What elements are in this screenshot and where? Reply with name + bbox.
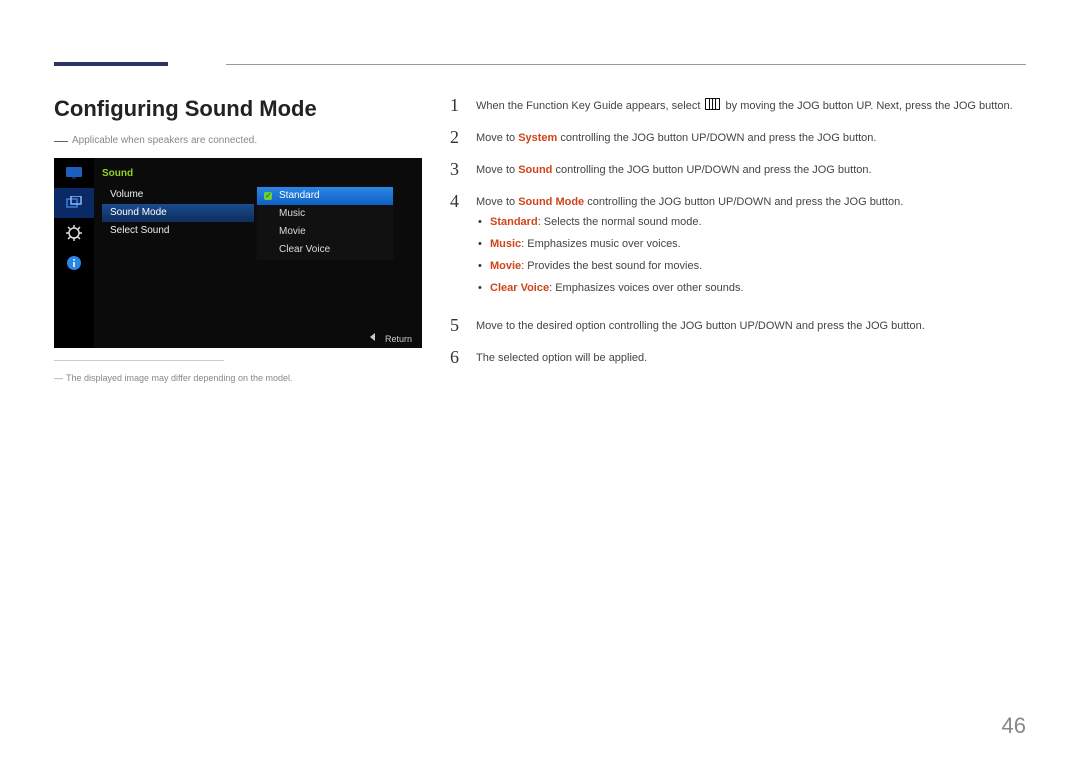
step-number: 3: [450, 160, 476, 178]
step-number: 5: [450, 316, 476, 334]
step-3: 3 Move to Sound controlling the JOG butt…: [450, 160, 1026, 178]
bullet-music: Music: Emphasizes music over voices.: [476, 236, 1026, 252]
footnote-divider: [54, 360, 224, 361]
step-number: 4: [450, 192, 476, 210]
manual-page: Configuring Sound Mode ― Applicable when …: [0, 0, 1080, 763]
step-number: 2: [450, 128, 476, 146]
menu-icon: [705, 98, 720, 110]
step-text: Move to the desired option controlling t…: [476, 316, 1026, 334]
osd-menu-item: Select Sound: [102, 222, 254, 240]
step-number: 1: [450, 96, 476, 114]
osd-footer: Return: [370, 333, 412, 344]
osd-title: Sound: [102, 168, 133, 179]
bullet-standard: Standard: Selects the normal sound mode.: [476, 214, 1026, 230]
osd-sidebar: [54, 158, 94, 348]
footnote-text: The displayed image may differ depending…: [66, 373, 292, 383]
monitor-icon: [54, 158, 94, 188]
step-text: Move to System controlling the JOG butto…: [476, 128, 1026, 146]
osd-submenu-item: Clear Voice: [257, 241, 393, 259]
step-text: The selected option will be applied.: [476, 348, 1026, 366]
back-arrow-icon: [370, 333, 375, 341]
gear-icon: [54, 218, 94, 248]
step-text: Move to Sound Mode controlling the JOG b…: [476, 192, 1026, 302]
step-5: 5 Move to the desired option controlling…: [450, 316, 1026, 334]
header-accent-rule: [54, 62, 168, 66]
step-4: 4 Move to Sound Mode controlling the JOG…: [450, 192, 1026, 302]
header-rule: [226, 64, 1026, 65]
return-label: Return: [385, 334, 412, 344]
applicability-note: ― Applicable when speakers are connected.: [54, 132, 257, 148]
osd-menu-item: Volume: [102, 186, 254, 204]
osd-main-menu: Volume Sound Mode Select Sound: [102, 186, 254, 240]
osd-screenshot: Sound Volume Sound Mode Select Sound Sta…: [54, 158, 422, 348]
note-dash-icon: ―: [54, 132, 68, 148]
step-6: 6 The selected option will be applied.: [450, 348, 1026, 366]
note-text: Applicable when speakers are connected.: [72, 135, 257, 146]
instruction-list: 1 When the Function Key Guide appears, s…: [450, 96, 1026, 380]
bullet-clear-voice: Clear Voice: Emphasizes voices over othe…: [476, 280, 1026, 296]
osd-submenu-item-selected: Standard: [257, 187, 393, 205]
bullet-movie: Movie: Provides the best sound for movie…: [476, 258, 1026, 274]
page-heading: Configuring Sound Mode: [54, 96, 317, 122]
osd-submenu-item: Movie: [257, 223, 393, 241]
info-icon: [54, 248, 94, 278]
step-text: Move to Sound controlling the JOG button…: [476, 160, 1026, 178]
osd-submenu: Standard Music Movie Clear Voice: [256, 186, 394, 260]
step-1: 1 When the Function Key Guide appears, s…: [450, 96, 1026, 114]
image-disclaimer: ―The displayed image may differ dependin…: [54, 373, 292, 383]
step-text: When the Function Key Guide appears, sel…: [476, 96, 1026, 114]
page-number: 46: [1002, 713, 1026, 739]
note-dash-icon: ―: [54, 373, 63, 383]
osd-menu-item-selected: Sound Mode: [102, 204, 254, 222]
step-number: 6: [450, 348, 476, 366]
step-2: 2 Move to System controlling the JOG but…: [450, 128, 1026, 146]
overlay-icon: [54, 188, 94, 218]
mode-bullets: Standard: Selects the normal sound mode.…: [476, 214, 1026, 296]
osd-submenu-item: Music: [257, 205, 393, 223]
